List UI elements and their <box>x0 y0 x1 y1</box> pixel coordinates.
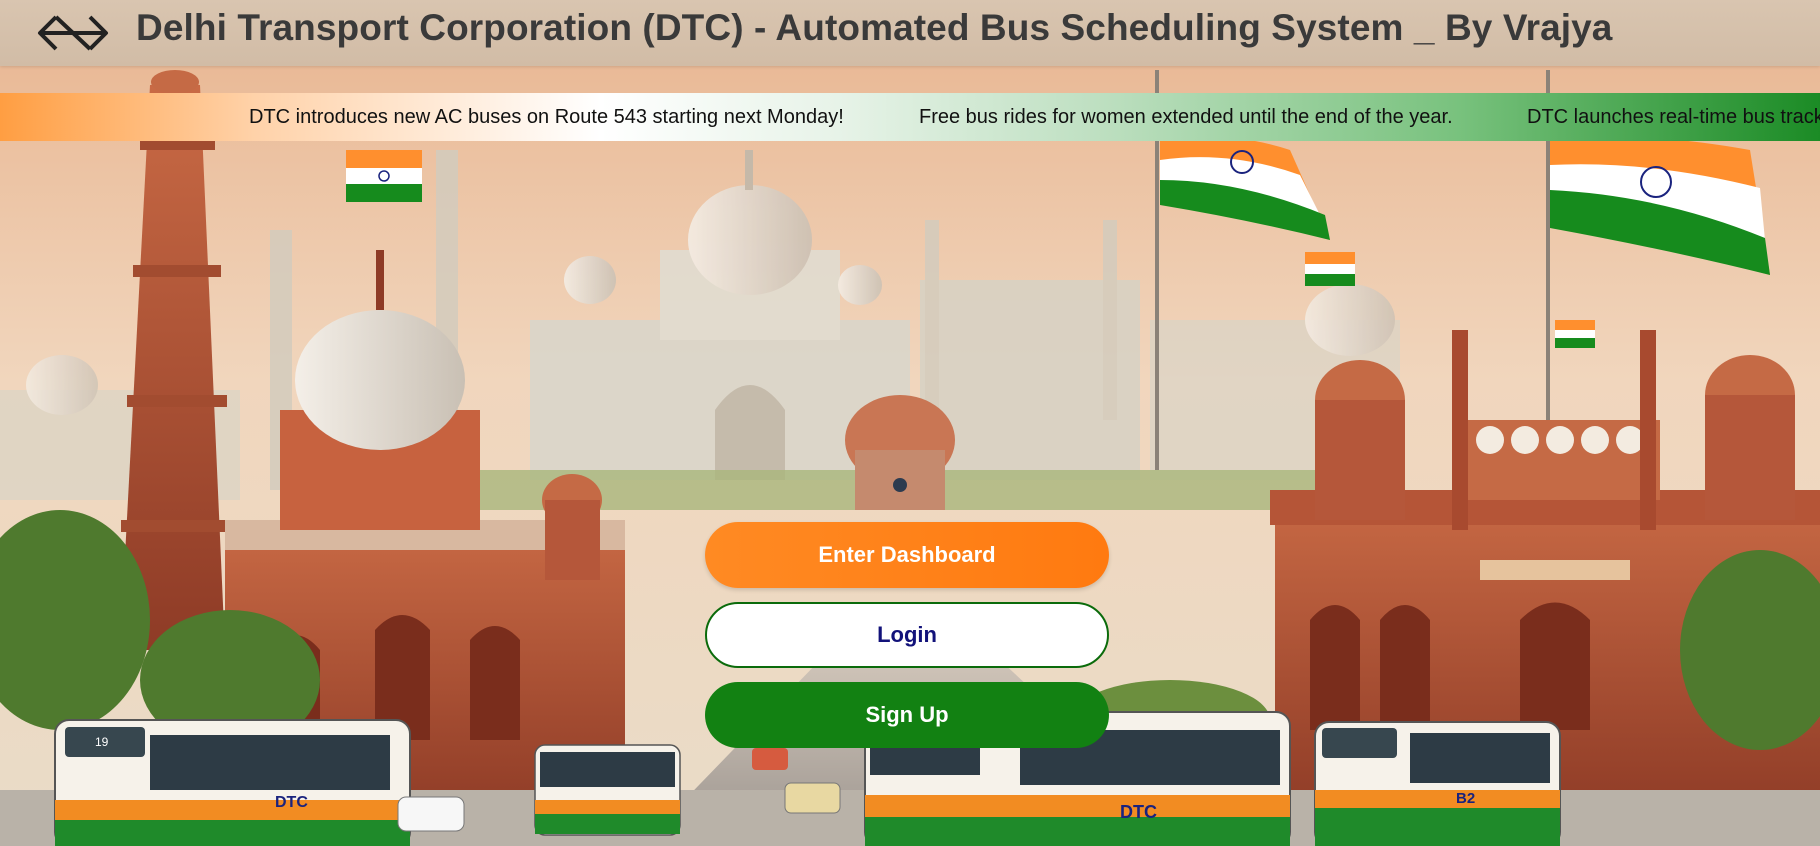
login-button[interactable]: Login <box>705 602 1109 668</box>
svg-text:B2: B2 <box>1456 790 1475 807</box>
page-title: Delhi Transport Corporation (DTC) - Auto… <box>136 7 1613 48</box>
news-ticker: DTC introduces new AC buses on Route 543… <box>0 93 1820 141</box>
bus-right: B2 <box>1314 721 1561 846</box>
svg-text:DTC: DTC <box>1120 802 1157 822</box>
sign-up-button[interactable]: Sign Up <box>705 682 1109 748</box>
svg-text:19: 19 <box>95 735 109 749</box>
ticker-item: DTC launches real-time bus track <box>1527 106 1820 128</box>
app-header: Delhi Transport Corporation (DTC) - Auto… <box>0 0 1820 66</box>
svg-text:DTC: DTC <box>275 794 308 811</box>
double-arrow-logo-icon[interactable] <box>36 11 110 55</box>
bus-center-small <box>534 744 681 836</box>
central-dome <box>845 395 955 510</box>
enter-dashboard-button[interactable]: Enter Dashboard <box>705 522 1109 588</box>
ticker-item: Free bus rides for women extended until … <box>919 106 1453 128</box>
bus-left: DTC 19 <box>54 719 411 846</box>
ticker-item: DTC introduces new AC buses on Route 543… <box>249 106 844 128</box>
